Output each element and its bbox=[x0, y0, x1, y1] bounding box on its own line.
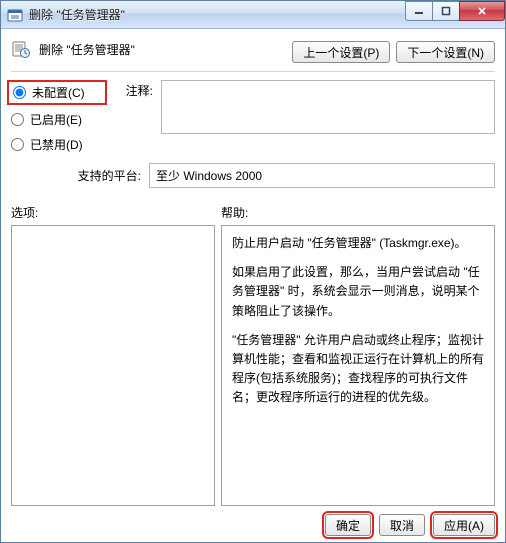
radio-not-configured-label: 未配置(C) bbox=[32, 84, 85, 101]
radio-not-configured[interactable]: 未配置(C) bbox=[7, 80, 107, 105]
platform-value: 至少 Windows 2000 bbox=[149, 163, 495, 188]
radio-group: 未配置(C) 已启用(E) 已禁用(D) bbox=[11, 80, 103, 153]
lower-labels: 选项: 帮助: bbox=[11, 204, 495, 221]
header-row: 删除 "任务管理器" 上一个设置(P) 下一个设置(N) bbox=[11, 37, 495, 63]
nav-buttons: 上一个设置(P) 下一个设置(N) bbox=[292, 37, 495, 63]
previous-setting-button[interactable]: 上一个设置(P) bbox=[292, 41, 390, 63]
options-pane bbox=[11, 225, 215, 506]
app-icon bbox=[7, 7, 23, 23]
help-paragraph: 如果启用了此设置，那么，当用户尝试启动 "任务管理器" 时，系统会显示一则消息，… bbox=[232, 263, 484, 321]
radio-enabled-input[interactable] bbox=[11, 113, 24, 126]
footer: 确定 取消 应用(A) bbox=[11, 506, 495, 536]
help-paragraph: 防止用户启动 "任务管理器" (Taskmgr.exe)。 bbox=[232, 234, 484, 253]
window-title: 删除 "任务管理器" bbox=[29, 6, 406, 23]
window-controls bbox=[406, 1, 505, 21]
help-paragraph: "任务管理器" 允许用户启动或终止程序；监视计算机性能；查看和监视正运行在计算机… bbox=[232, 331, 484, 408]
next-setting-button[interactable]: 下一个设置(N) bbox=[396, 41, 495, 63]
radio-enabled-label: 已启用(E) bbox=[30, 111, 82, 128]
radio-enabled[interactable]: 已启用(E) bbox=[11, 111, 103, 128]
panes: 防止用户启动 "任务管理器" (Taskmgr.exe)。 如果启用了此设置，那… bbox=[11, 225, 495, 506]
minimize-button[interactable] bbox=[405, 1, 433, 21]
dialog-content: 删除 "任务管理器" 上一个设置(P) 下一个设置(N) 未配置(C) 已启用(… bbox=[1, 29, 505, 542]
comment-label: 注释: bbox=[111, 80, 153, 153]
options-label: 选项: bbox=[11, 204, 221, 221]
radio-disabled-input[interactable] bbox=[11, 138, 24, 151]
help-label: 帮助: bbox=[221, 204, 248, 221]
config-row: 未配置(C) 已启用(E) 已禁用(D) 注释: bbox=[11, 80, 495, 153]
apply-button[interactable]: 应用(A) bbox=[433, 514, 495, 536]
cancel-button[interactable]: 取消 bbox=[379, 514, 425, 536]
radio-not-configured-input[interactable] bbox=[13, 86, 26, 99]
close-button[interactable] bbox=[459, 1, 505, 21]
policy-dialog: 删除 "任务管理器" 删除 "任务管理器" bbox=[0, 0, 506, 543]
platform-row: 支持的平台: 至少 Windows 2000 bbox=[11, 163, 495, 188]
maximize-button[interactable] bbox=[432, 1, 460, 21]
platform-label: 支持的平台: bbox=[11, 163, 141, 184]
comment-input[interactable] bbox=[161, 80, 495, 134]
titlebar[interactable]: 删除 "任务管理器" bbox=[1, 1, 505, 29]
radio-disabled[interactable]: 已禁用(D) bbox=[11, 136, 103, 153]
policy-title: 删除 "任务管理器" bbox=[39, 37, 135, 58]
policy-icon bbox=[11, 39, 31, 59]
ok-button[interactable]: 确定 bbox=[325, 514, 371, 536]
divider bbox=[11, 71, 495, 72]
help-pane: 防止用户启动 "任务管理器" (Taskmgr.exe)。 如果启用了此设置，那… bbox=[221, 225, 495, 506]
radio-disabled-label: 已禁用(D) bbox=[30, 136, 83, 153]
